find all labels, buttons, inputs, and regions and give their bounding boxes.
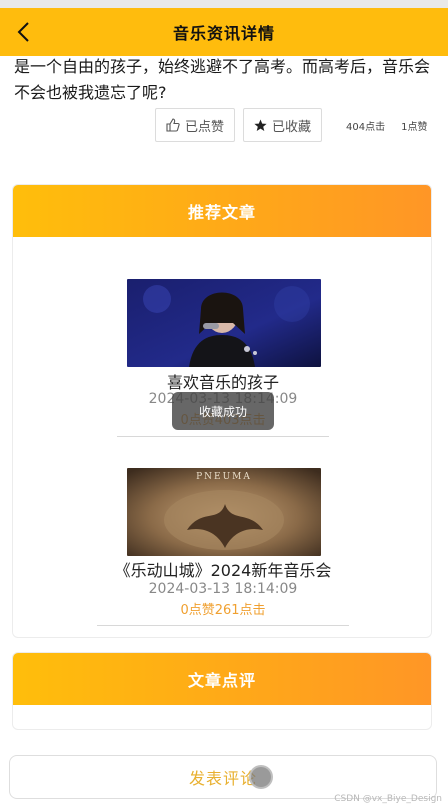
post-comment-label: 发表评论 bbox=[188, 769, 257, 788]
recommended-section-title: 推荐文章 bbox=[187, 203, 256, 222]
comments-card: 文章点评 bbox=[12, 652, 432, 730]
chevron-left-icon bbox=[17, 22, 29, 42]
article-title: 《乐动山城》2024新年音乐会 bbox=[114, 561, 332, 580]
concert-poster-image: PNEUMA bbox=[127, 468, 321, 556]
star-icon bbox=[254, 119, 267, 131]
article-date: 2024-03-13 18:14:09 bbox=[148, 581, 298, 597]
article-title: 喜欢音乐的孩子 bbox=[166, 373, 279, 392]
recommended-section-header: 推荐文章 bbox=[13, 185, 431, 237]
article-stats: 0点赞261点击 bbox=[180, 603, 266, 618]
back-button[interactable] bbox=[10, 18, 38, 46]
thumbs-up-icon bbox=[166, 118, 180, 132]
page-title: 音乐资讯详情 bbox=[172, 24, 275, 43]
like-count: 1点赞 bbox=[401, 121, 428, 133]
comments-section-header: 文章点评 bbox=[13, 653, 431, 705]
article-divider bbox=[117, 436, 329, 437]
article-thumbnail[interactable]: PNEUMA bbox=[127, 468, 321, 556]
article-actions: 已点赞 已收藏 404点击 1点赞 bbox=[155, 108, 428, 142]
poster-title-text: PNEUMA bbox=[196, 472, 252, 482]
favorite-button[interactable]: 已收藏 bbox=[243, 108, 323, 142]
article-thumbnail[interactable] bbox=[127, 279, 321, 367]
like-label: 已点赞 bbox=[185, 119, 225, 135]
post-comment-button[interactable]: 发表评论 bbox=[9, 755, 437, 799]
article-intro-text: 是一个自由的孩子，始终逃避不了高考。而高考后，音乐会不会也被我遗忘了呢? bbox=[14, 57, 431, 102]
like-button[interactable]: 已点赞 bbox=[155, 108, 236, 142]
watermark: CSDN @vx_Biye_Design bbox=[334, 794, 442, 804]
comments-section-title: 文章点评 bbox=[187, 671, 256, 690]
header-bar: 音乐资讯详情 bbox=[0, 8, 448, 56]
singer-photo bbox=[127, 279, 321, 367]
status-bar bbox=[0, 0, 448, 8]
touch-indicator bbox=[249, 765, 273, 789]
toast-message: 收藏成功 bbox=[172, 392, 274, 430]
article-divider bbox=[97, 625, 349, 626]
click-count: 404点击 bbox=[346, 121, 386, 133]
favorite-label: 已收藏 bbox=[272, 119, 312, 135]
